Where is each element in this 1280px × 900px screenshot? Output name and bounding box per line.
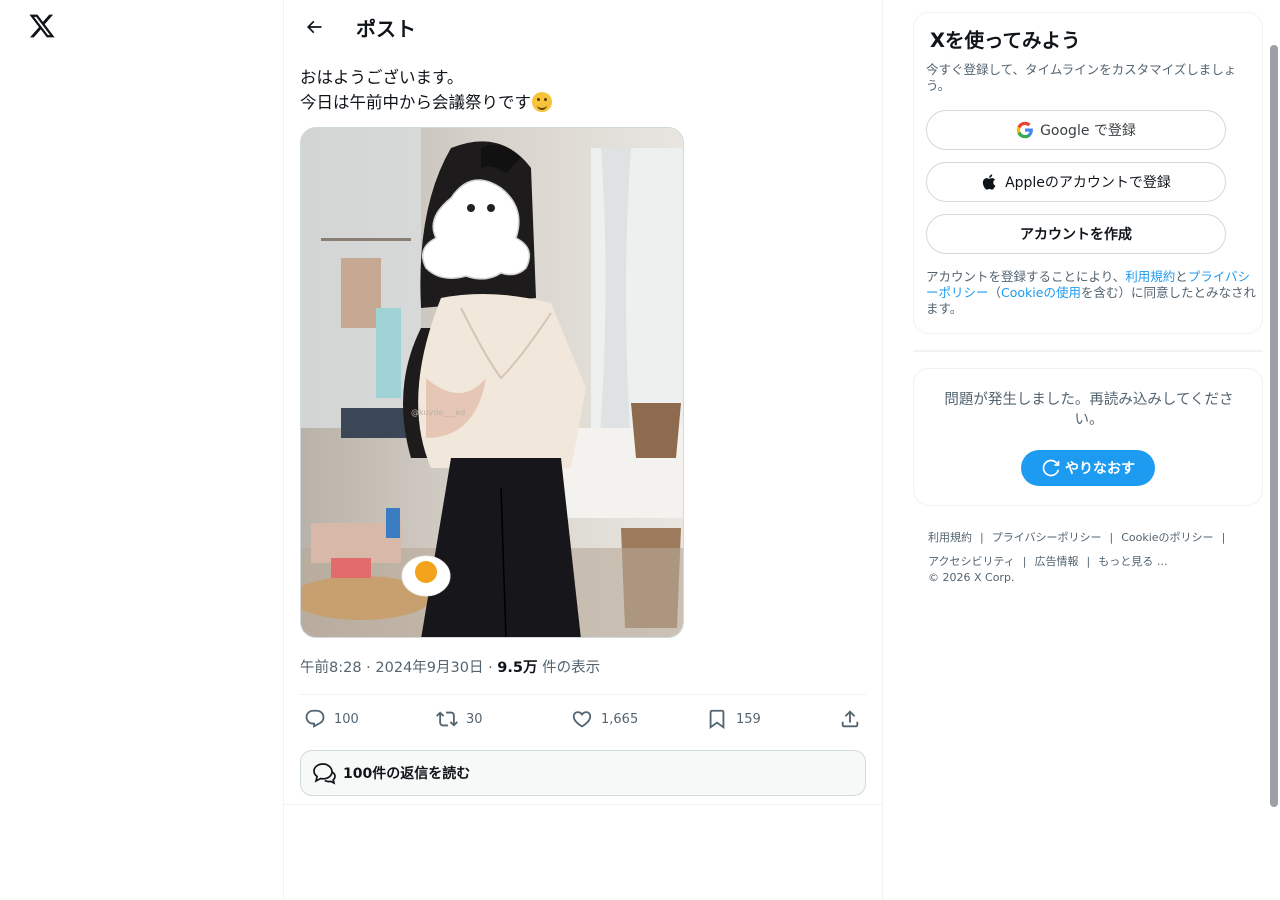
heart-icon [572, 711, 592, 728]
page-title: ポスト [356, 17, 416, 41]
post-image[interactable]: @kuyde___ed [300, 127, 684, 638]
repost-button[interactable]: 30 [436, 707, 483, 731]
back-button[interactable] [300, 13, 328, 41]
google-signup-label: Google で登録 [1040, 123, 1136, 139]
footer-link-ads[interactable]: 広告情報 [1035, 555, 1079, 568]
repost-count: 30 [466, 711, 483, 727]
bookmark-count: 159 [736, 711, 761, 727]
legal-and: と [1175, 269, 1188, 284]
reply-count: 100 [334, 711, 359, 727]
copyright: © 2026 X Corp. [928, 571, 1015, 584]
like-button[interactable]: 1,665 [571, 707, 638, 731]
create-account-button[interactable]: アカウントを作成 [926, 214, 1226, 254]
signup-description: 今すぐ登録して、タイムラインをカスタマイズしましょう。 [926, 62, 1237, 93]
signup-card: Xを使ってみよう 今すぐ登録して、タイムラインをカスタマイズしましょう。 Goo… [913, 12, 1263, 334]
error-card: 問題が発生しました。再読み込みしてください。 やりなおす [913, 368, 1263, 506]
x-logo-icon[interactable] [28, 12, 56, 40]
google-icon [1016, 121, 1033, 139]
refresh-icon [1042, 459, 1060, 477]
post-date[interactable]: 2024年9月30日 [375, 660, 483, 676]
post-time[interactable]: 午前8:28 [300, 660, 362, 676]
post-actions: 100 30 1,665 159 [300, 694, 866, 744]
reply-icon [305, 709, 325, 728]
footer-link-terms[interactable]: 利用規約 [928, 531, 972, 544]
share-icon [841, 710, 859, 728]
retry-label: やりなおす [1065, 461, 1135, 477]
footer-link-cookie[interactable]: Cookieのポリシー [1121, 531, 1213, 544]
arrow-left-icon [306, 20, 322, 34]
post-text-line2: 今日は午前中から会議祭りです [300, 93, 531, 112]
apple-icon [982, 174, 996, 190]
signup-title: Xを使ってみよう [930, 29, 1081, 52]
views-label: 件の表示 [542, 660, 601, 676]
post-text-line1: おはようございます。 [300, 68, 464, 87]
bookmark-button[interactable]: 159 [706, 707, 761, 731]
google-signup-button[interactable]: Google で登録 [926, 110, 1226, 150]
share-button[interactable] [839, 707, 869, 731]
bookmark-icon [709, 709, 725, 730]
read-replies-label: 100件の返信を読む [343, 766, 471, 782]
image-watermark: @kuyde___ed [411, 408, 465, 417]
divider [913, 350, 1263, 352]
smiling-face-emoji-icon [532, 92, 552, 112]
terms-link[interactable]: 利用規約 [1125, 269, 1175, 284]
error-message: 問題が発生しました。再読み込みしてください。 [944, 392, 1234, 428]
chat-bubbles-icon [313, 763, 336, 785]
footer-link-accessibility[interactable]: アクセシビリティ [928, 555, 1015, 568]
legal-prefix: アカウントを登録することにより、 [926, 269, 1126, 284]
post-header: ポスト [284, 0, 882, 53]
apple-signup-label: Appleのアカウントで登録 [1005, 175, 1171, 191]
legal-paren: （ [988, 285, 1002, 300]
read-replies-button[interactable]: 100件の返信を読む [300, 750, 866, 796]
like-count: 1,665 [601, 711, 639, 727]
signup-legal-text: アカウントを登録することにより、利用規約とプライバシーポリシー（Cookieの使… [926, 269, 1256, 317]
retry-button[interactable]: やりなおす [1021, 450, 1155, 486]
scrollbar[interactable] [1270, 45, 1278, 807]
footer-link-privacy[interactable]: プライバシーポリシー [992, 531, 1102, 544]
create-account-label: アカウントを作成 [1020, 227, 1132, 243]
apple-signup-button[interactable]: Appleのアカウントで登録 [926, 162, 1226, 202]
reply-button[interactable]: 100 [304, 707, 359, 731]
footer-link-more[interactable]: もっと見る … [1098, 555, 1168, 568]
footer-links: 利用規約 | プライバシーポリシー | Cookieのポリシー | アクセシビリティ | 広告… [928, 531, 1226, 568]
post-column: ポスト おはようございます。 今日は午前中から会議祭りです @kuyde___e… [283, 0, 883, 900]
views-count: 9.5万 [497, 660, 538, 676]
post-metadata: 午前8:28 · 2024年9月30日 · 9.5万 件の表示 [300, 660, 601, 676]
divider [284, 804, 882, 805]
cookie-link[interactable]: Cookieの使用 [1001, 285, 1081, 300]
post-text: おはようございます。今日は午前中から会議祭りです [300, 65, 860, 115]
repost-icon [436, 711, 458, 727]
